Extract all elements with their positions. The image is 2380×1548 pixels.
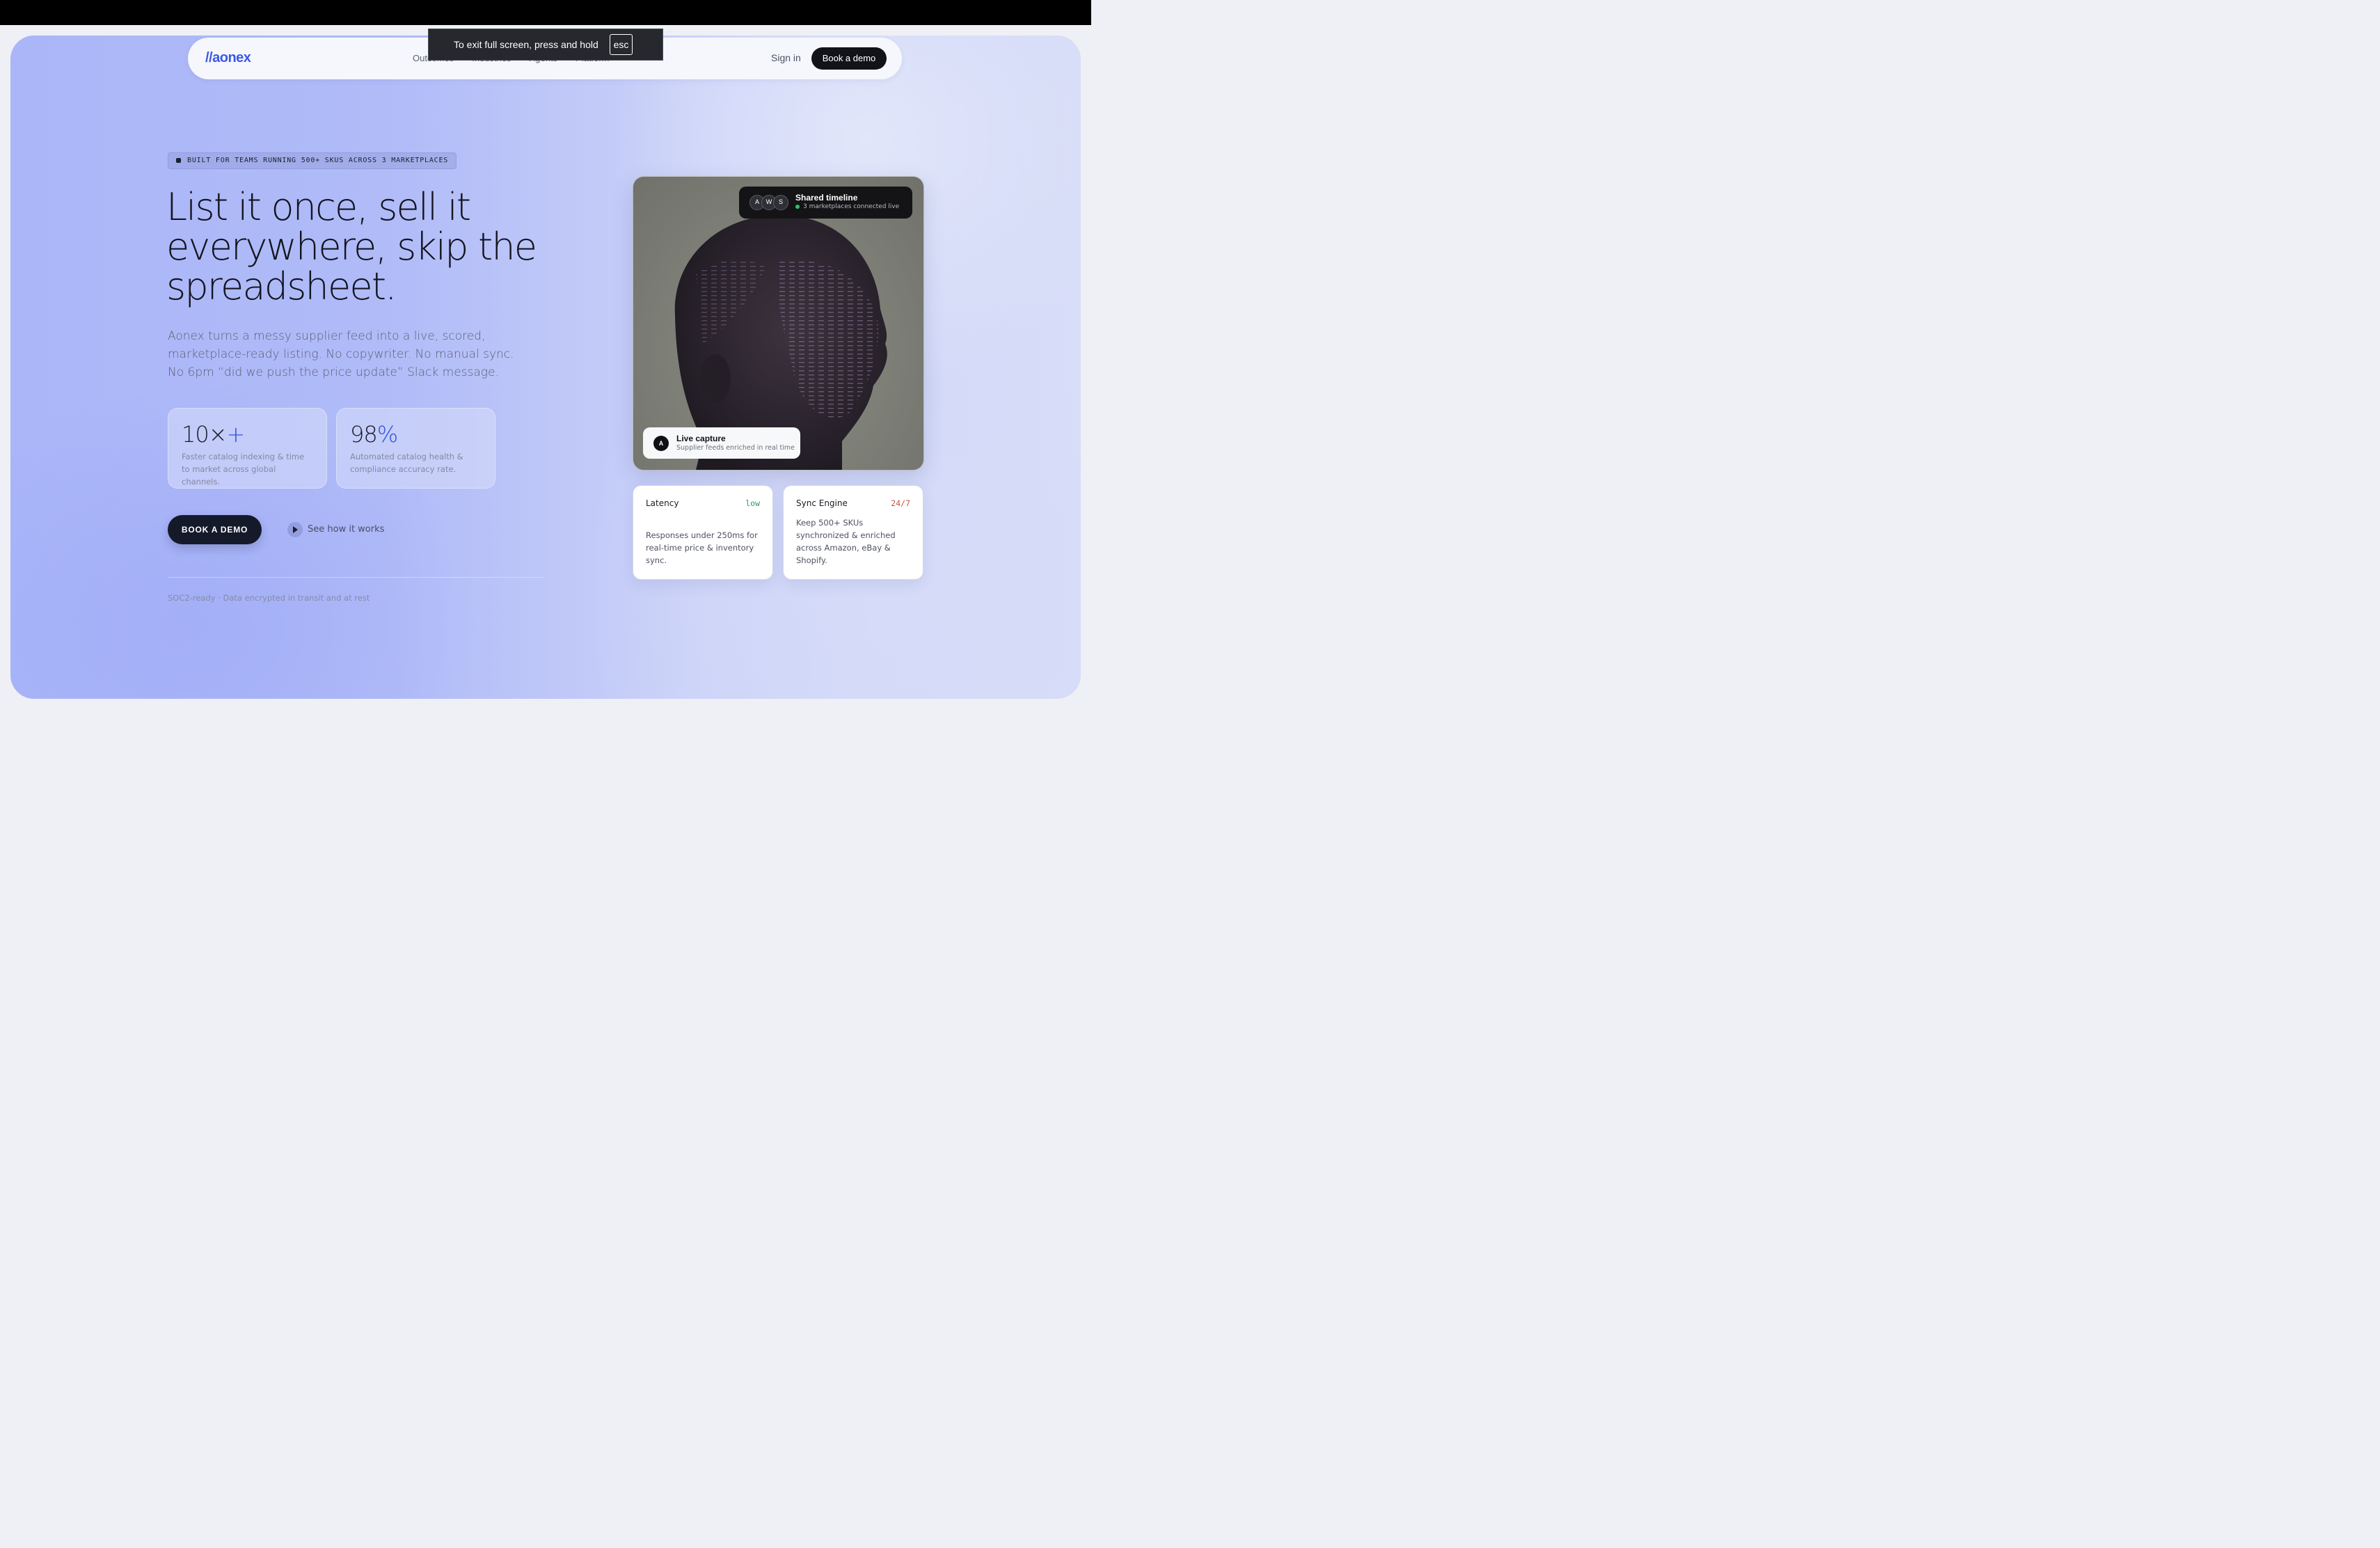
fullscreen-exit-notice: To exit full screen, press and hold esc [428, 29, 663, 61]
digital-head-illustration [674, 215, 887, 470]
card-description: Responses under 250ms for real-time pric… [646, 530, 758, 565]
fullscreen-message: To exit full screen, press and hold [454, 39, 598, 50]
live-status-dot-icon [795, 205, 800, 209]
avatar: S [773, 195, 788, 210]
card-description: Keep 500+ SKUs synchronized & enriched a… [796, 518, 896, 565]
browser-top-bar [0, 0, 1091, 25]
latency-card: Latency low Responses under 250ms for re… [633, 485, 773, 580]
sign-in-link[interactable]: Sign in [771, 52, 801, 63]
hero-headline: List it once, sell it everywhere, skip t… [166, 185, 537, 308]
avatar: A [653, 436, 669, 451]
sync-engine-card: Sync Engine 24/7 Keep 500+ SKUs synchron… [783, 485, 923, 580]
page-frame: //aonex Outcomes Industries Agents Platf… [10, 35, 1081, 699]
shared-timeline-chip: A W S Shared timeline 3 marketplaces con… [739, 187, 912, 219]
book-demo-nav-button[interactable]: Book a demo [811, 47, 887, 70]
stat-value: 10×+ [182, 421, 245, 448]
capture-title: Live capture [676, 434, 726, 443]
stat-card-speed: 10×+ Faster catalog indexing & time to m… [168, 408, 327, 489]
timeline-status: 3 marketplaces connected live [803, 203, 900, 210]
timeline-title: Shared timeline [795, 193, 858, 203]
hero-visual-card: A W S Shared timeline 3 marketplaces con… [633, 176, 924, 471]
book-demo-button[interactable]: BOOK A DEMO [168, 515, 262, 544]
divider [168, 577, 544, 578]
capture-subtitle: Supplier feeds enriched in real time [676, 444, 795, 452]
card-title: Latency [646, 498, 679, 508]
card-value: low [745, 498, 760, 508]
badge-label: BUILT FOR TEAMS RUNNING 500+ SKUS ACROSS… [187, 157, 449, 164]
audience-badge: BUILT FOR TEAMS RUNNING 500+ SKUS ACROSS… [168, 152, 457, 169]
stat-description: Faster catalog indexing & time to market… [182, 452, 305, 487]
stat-description: Automated catalog health & compliance ac… [350, 452, 463, 474]
card-title: Sync Engine [796, 498, 848, 508]
stat-value: 98% [350, 421, 398, 448]
security-footnote: SOC2-ready · Data encrypted in transit a… [168, 593, 370, 603]
hero-subtitle: Aonex turns a messy supplier feed into a… [168, 329, 514, 379]
live-capture-chip: A Live capture Supplier feeds enriched i… [643, 427, 800, 459]
aonex-logo[interactable]: //aonex [205, 50, 251, 66]
card-value: 24/7 [891, 498, 910, 508]
esc-key-hint: esc [610, 34, 633, 55]
stat-card-accuracy: 98% Automated catalog health & complianc… [336, 408, 495, 489]
badge-square-icon [176, 158, 181, 163]
see-how-label: See how it works [308, 524, 385, 535]
play-icon [287, 522, 303, 537]
